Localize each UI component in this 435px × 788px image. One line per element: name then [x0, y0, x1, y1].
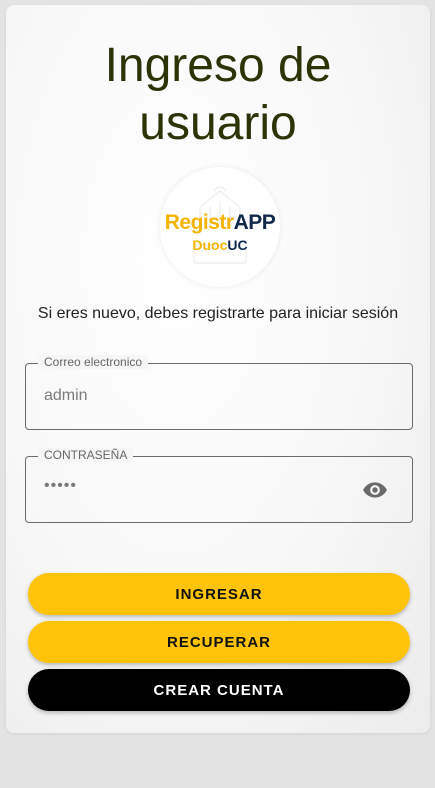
password-field[interactable]: CONTRASEÑA ••••• — [25, 448, 413, 523]
email-field[interactable]: Correo electronico admin — [25, 355, 413, 430]
create-account-button[interactable]: CREAR CUENTA — [28, 669, 410, 711]
recover-button[interactable]: RECUPERAR — [28, 621, 410, 663]
login-card: Ingreso de usuario RegistrAPP DuocUC Si … — [6, 5, 430, 733]
app-logo: RegistrAPP DuocUC — [160, 167, 280, 287]
title-line-1: Ingreso de — [104, 39, 332, 92]
page-title: Ingreso de usuario — [6, 37, 430, 153]
eye-icon[interactable] — [360, 477, 390, 503]
logo-subtext: DuocUC — [192, 237, 248, 253]
email-value[interactable]: admin — [44, 387, 88, 405]
email-label: Correo electronico — [38, 355, 149, 369]
login-button[interactable]: INGRESAR — [28, 573, 410, 615]
password-value[interactable]: ••••• — [44, 477, 77, 495]
logo-wordmark: RegistrAPP — [164, 211, 276, 234]
title-line-2: usuario — [139, 97, 297, 150]
password-label: CONTRASEÑA — [38, 448, 134, 462]
registration-hint: Si eres nuevo, debes registrarte para in… — [37, 305, 399, 322]
